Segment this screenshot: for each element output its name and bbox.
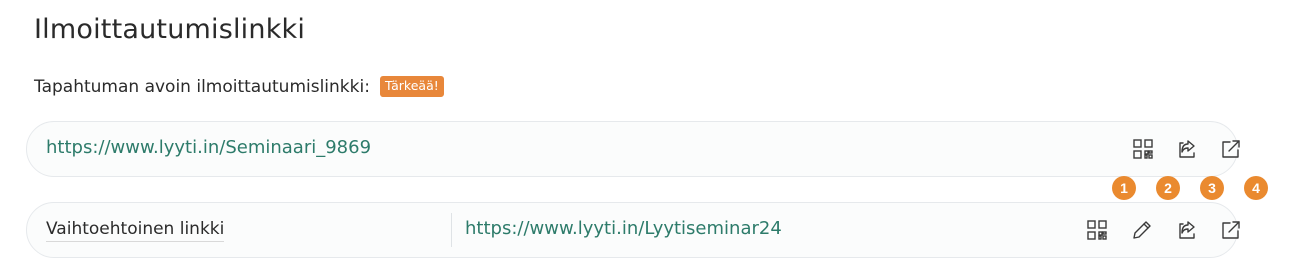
divider [451, 213, 452, 247]
primary-link-box: https://www.lyyti.in/Seminaari_9869 [26, 121, 1240, 177]
primary-link-url[interactable]: https://www.lyyti.in/Seminaari_9869 [46, 137, 371, 158]
subtitle-text: Tapahtuman avoin ilmoittautumislinkki: [34, 76, 370, 97]
qr-code-icon[interactable] [1085, 218, 1109, 242]
marker-2: 2 [1156, 176, 1180, 200]
page-title: Ilmoittautumislinkki [34, 14, 306, 45]
external-link-icon[interactable] [1219, 218, 1243, 242]
alternative-link-box: Vaihtoehtoinen linkki https://www.lyyti.… [26, 202, 1240, 258]
important-badge: Tärkeää! [379, 76, 444, 97]
edit-pencil-icon[interactable] [1130, 218, 1154, 242]
share-icon[interactable] [1175, 218, 1199, 242]
alternative-link-url[interactable]: https://www.lyyti.in/Lyytiseminar24 [465, 218, 782, 239]
share-icon[interactable] [1175, 137, 1199, 161]
subtitle-row: Tapahtuman avoin ilmoittautumislinkki: T… [34, 76, 444, 97]
marker-3: 3 [1200, 176, 1224, 200]
marker-4: 4 [1244, 176, 1268, 200]
qr-code-icon[interactable] [1131, 137, 1155, 161]
marker-1: 1 [1112, 176, 1136, 200]
external-link-icon[interactable] [1219, 137, 1243, 161]
alternative-link-label[interactable]: Vaihtoehtoinen linkki [46, 219, 225, 242]
